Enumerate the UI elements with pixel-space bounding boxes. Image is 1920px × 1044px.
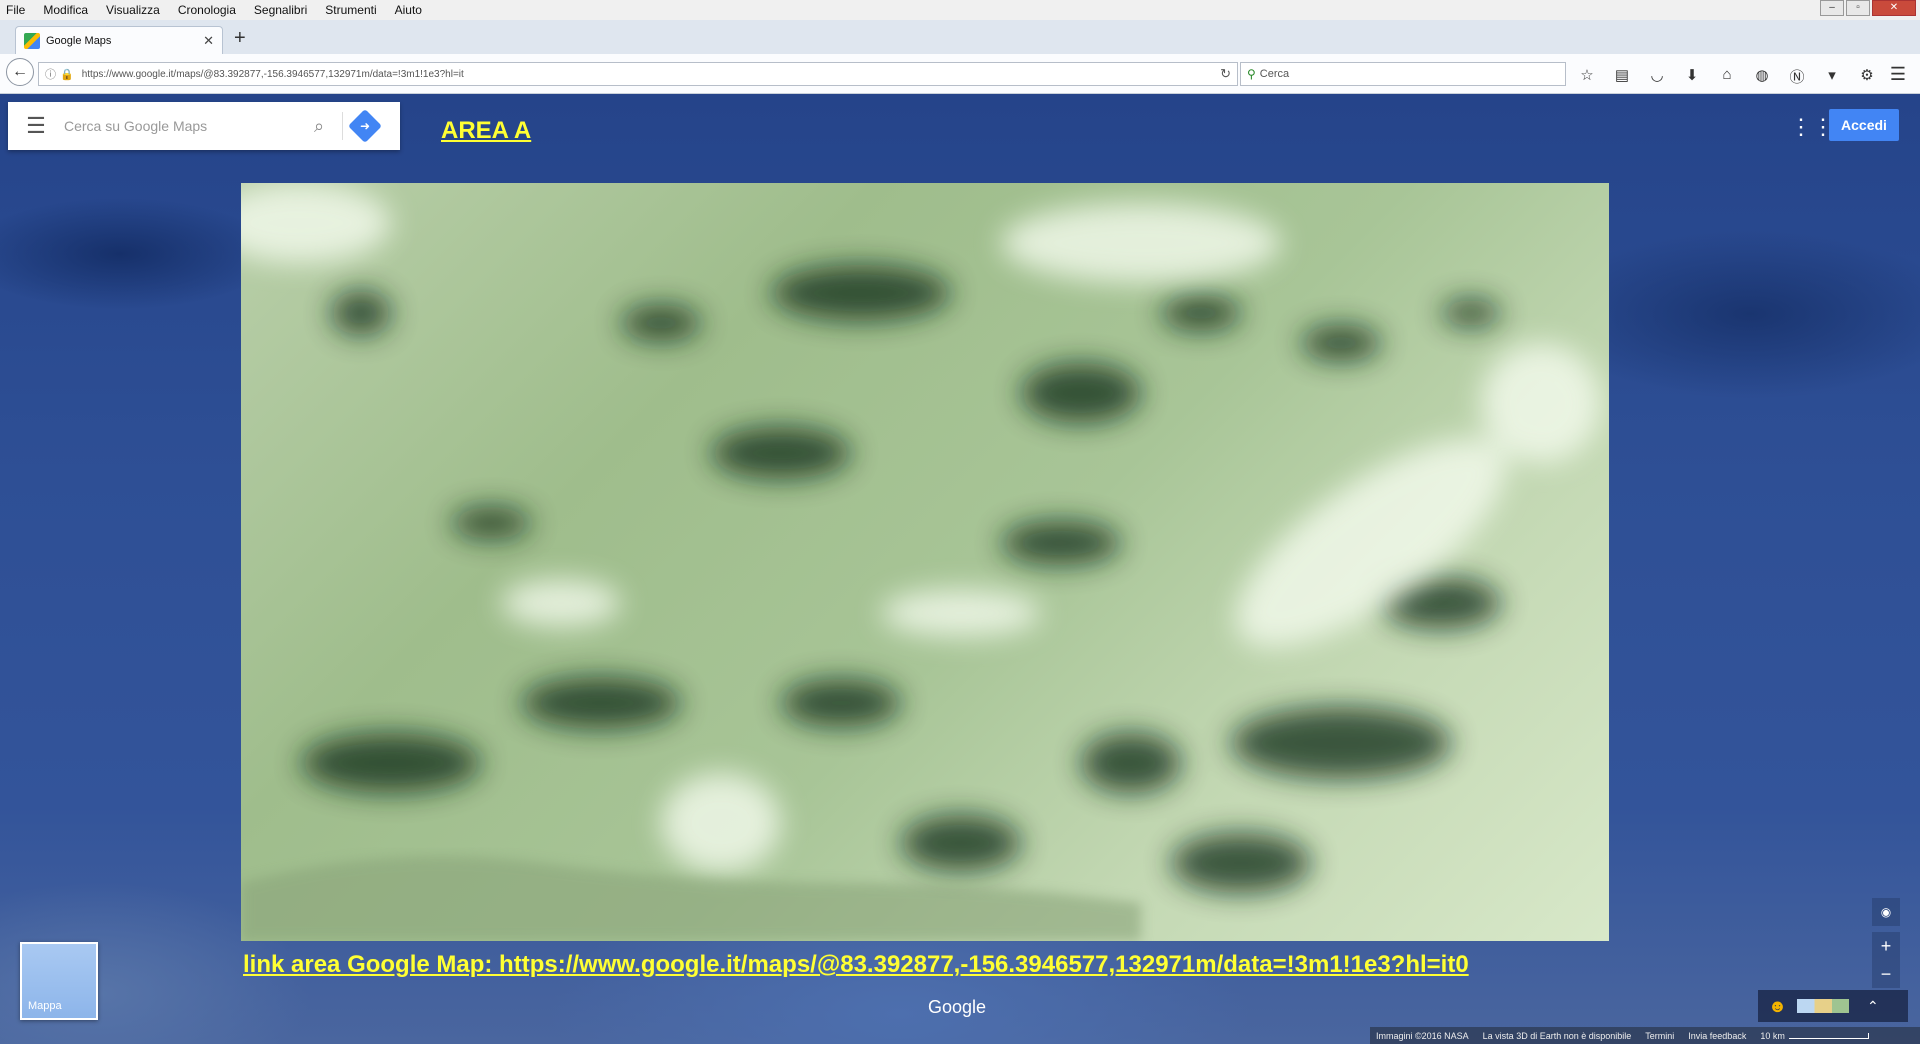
google-maps-favicon-icon	[24, 32, 40, 49]
menu-strumenti[interactable]: Strumenti	[316, 3, 385, 17]
browser-menu-icon[interactable]: ☰	[1890, 64, 1906, 85]
tab-title: Google Maps	[46, 34, 112, 47]
scale-bar[interactable]: 10 km	[1760, 1031, 1869, 1041]
maps-search-card: ☰ ⌕ ➜	[8, 102, 400, 150]
my-location-icon[interactable]: ◉	[1872, 898, 1900, 926]
menu-segnalibri[interactable]: Segnalibri	[245, 3, 316, 17]
signin-button[interactable]: Accedi	[1829, 109, 1899, 141]
scale-label: 10 km	[1760, 1030, 1785, 1041]
scale-line	[1788, 1032, 1869, 1039]
window-controls: – ▫ ✕	[1820, 0, 1916, 16]
zoom-controls: ◉ + −	[1872, 898, 1900, 988]
minimize-icon[interactable]: –	[1820, 0, 1844, 16]
map-bottom-tools: ☻ ⌃	[1758, 990, 1908, 1022]
download-icon[interactable]: ⬇	[1683, 66, 1701, 87]
imagery-credit: Immagini ©2016 NASA	[1376, 1030, 1469, 1041]
hamburger-menu-icon[interactable]: ☰	[8, 113, 64, 139]
directions-icon: ➜	[359, 119, 371, 133]
dropdown-icon[interactable]: ▾	[1823, 66, 1841, 87]
area-title: AREA A	[441, 117, 532, 144]
reload-icon[interactable]: ↻	[1220, 66, 1231, 82]
reading-list-icon[interactable]: ▤	[1613, 66, 1631, 87]
navigation-bar: ← ⓘ 🔒 https://www.google.it/maps/@83.392…	[0, 54, 1920, 94]
menu-bar: File Modifica Visualizza Cronologia Segn…	[0, 0, 1920, 20]
back-arrow-icon: ←	[12, 63, 28, 80]
divider	[342, 112, 343, 140]
home-icon[interactable]: ⌂	[1718, 66, 1736, 87]
menu-cronologia[interactable]: Cronologia	[169, 3, 245, 17]
menu-modifica[interactable]: Modifica	[34, 3, 97, 17]
map-view-toggle[interactable]: Mappa	[20, 942, 98, 1020]
tab-bar: Google Maps ✕ +	[0, 20, 1920, 54]
pegman-icon[interactable]: ☻	[1768, 996, 1787, 1017]
menu-visualizza[interactable]: Visualizza	[97, 3, 169, 17]
apps-grid-icon[interactable]: ⋮⋮	[1790, 114, 1834, 140]
layers-icon[interactable]	[1796, 999, 1849, 1013]
n-extension-icon[interactable]: Ⓝ	[1788, 66, 1806, 87]
new-tab-button[interactable]: +	[234, 27, 246, 50]
info-icon[interactable]: ⓘ	[45, 66, 56, 82]
back-button[interactable]: ←	[6, 58, 34, 86]
map-view-toggle-label: Mappa	[28, 1000, 62, 1012]
terrain-shading	[241, 183, 1601, 941]
url-text: https://www.google.it/maps/@83.392877,-1…	[81, 68, 464, 80]
close-tab-icon[interactable]: ✕	[203, 33, 214, 49]
pocket-icon[interactable]: ◡	[1648, 66, 1666, 87]
directions-button[interactable]: ➜	[348, 109, 382, 143]
map-footer: Immagini ©2016 NASA La vista 3D di Earth…	[1370, 1027, 1920, 1044]
google-logo: Google	[928, 997, 987, 1017]
terrain-inset-image	[241, 183, 1609, 941]
lock-icon: 🔒	[60, 68, 74, 81]
address-bar[interactable]: ⓘ 🔒 https://www.google.it/maps/@83.39287…	[38, 62, 1238, 86]
3d-notice: La vista 3D di Earth non è disponibile	[1482, 1030, 1632, 1041]
browser-search-placeholder: Cerca	[1259, 68, 1290, 80]
menu-aiuto[interactable]: Aiuto	[386, 3, 431, 17]
menu-file[interactable]: File	[0, 3, 34, 17]
toolbar-icons: ☆ ▤ ◡ ⬇ ⌂ ◍ Ⓝ ▾ ⚙	[1578, 66, 1876, 87]
zoom-in-button[interactable]: +	[1872, 932, 1900, 960]
search-icon[interactable]: ⌕	[304, 116, 334, 137]
tab-google-maps[interactable]: Google Maps ✕	[15, 26, 223, 54]
addon-icon[interactable]: ⚙	[1858, 66, 1876, 87]
maps-search-input[interactable]	[64, 118, 304, 134]
star-icon[interactable]: ☆	[1578, 66, 1596, 87]
close-window-icon[interactable]: ✕	[1872, 0, 1916, 16]
feedback-link[interactable]: Invia feedback	[1688, 1031, 1746, 1041]
search-engine-icon: ⚲	[1247, 67, 1256, 81]
link-caption[interactable]: link area Google Map: https://www.google…	[243, 951, 1469, 979]
terms-link[interactable]: Termini	[1645, 1031, 1674, 1041]
maximize-icon[interactable]: ▫	[1846, 0, 1870, 16]
chat-icon[interactable]: ◍	[1753, 66, 1771, 87]
zoom-out-button[interactable]: −	[1872, 960, 1900, 988]
chevron-up-icon[interactable]: ⌃	[1867, 998, 1879, 1015]
browser-search-box[interactable]: ⚲ Cerca	[1240, 62, 1566, 86]
